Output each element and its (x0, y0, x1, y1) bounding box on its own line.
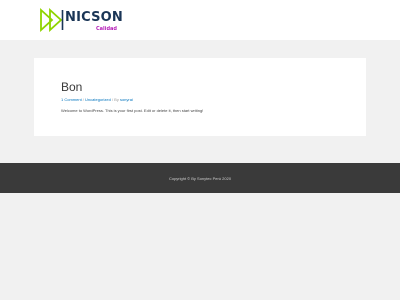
post-card: Bon 1 Comment / Uncategorized / By sonyr… (34, 58, 366, 136)
comments-link[interactable]: 1 Comment (61, 97, 82, 102)
post-title[interactable]: Bon (61, 81, 82, 94)
meta-separator-by: / By (110, 97, 120, 102)
author-link[interactable]: sonyrai (120, 97, 133, 102)
post-meta: 1 Comment / Uncategorized / By sonyrai (61, 97, 133, 102)
site-header: NICSON Calidad (0, 0, 400, 40)
site-footer: Copyright © By Sonytec Perú 2020 (0, 163, 400, 193)
site-logo[interactable]: NICSON Calidad (40, 8, 123, 34)
post-content: Welcome to WordPress. This is your first… (61, 108, 204, 113)
fast-forward-icon (40, 8, 64, 32)
category-link[interactable]: Uncategorized (85, 97, 111, 102)
copyright-text: Copyright © By Sonytec Perú 2020 (168, 176, 232, 181)
logo-name: NICSON (65, 10, 123, 25)
logo-tagline: Calidad (96, 26, 118, 32)
